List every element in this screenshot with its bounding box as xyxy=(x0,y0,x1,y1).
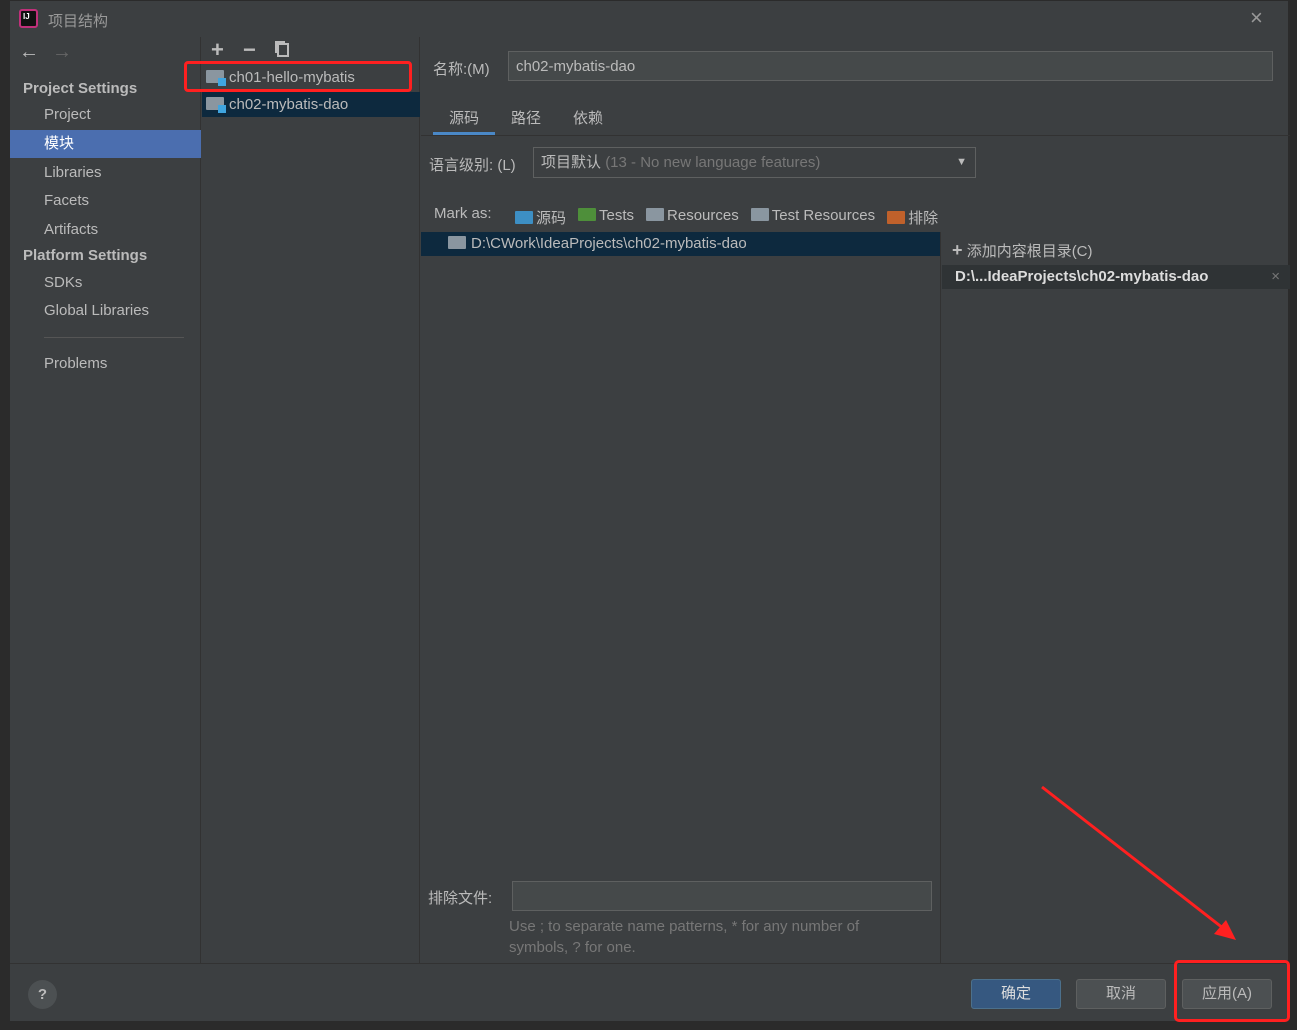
forward-button[interactable]: → xyxy=(52,41,72,64)
mark-as-buttons: 源码 Tests Resources Test Resources 排除 xyxy=(515,207,938,228)
exclude-files-hint: Use ; to separate name patterns, * for a… xyxy=(509,918,860,956)
module-folder-icon xyxy=(206,97,226,113)
project-settings-heading: Project Settings xyxy=(23,80,138,97)
sidebar-item-sdks[interactable]: SDKs xyxy=(10,269,201,297)
intellij-logo-icon: IJ xyxy=(19,9,38,28)
sidebar-item-artifacts[interactable]: Artifacts xyxy=(10,216,201,244)
chevron-down-icon: ▼ xyxy=(956,156,967,168)
module-settings-panel: 名称:(M) 源码 路径 依赖 语言级别: (L) 项目默认 (13 - No … xyxy=(421,37,1290,963)
exclude-files-input[interactable] xyxy=(512,881,932,911)
platform-settings-heading: Platform Settings xyxy=(23,247,148,264)
add-content-root-label: 添加内容根目录(C) xyxy=(966,243,1093,260)
module-item-selected[interactable]: ch02-mybatis-dao xyxy=(202,92,420,117)
module-list-panel: + − ch01-hello-mybatis ch02-mybatis-dao xyxy=(184,37,420,963)
copy-icon[interactable] xyxy=(277,43,289,57)
language-level-hint: (13 - No new language features) xyxy=(605,154,821,171)
tab-sources[interactable]: 源码 xyxy=(433,109,495,135)
mark-test-resources-button[interactable]: Test Resources xyxy=(750,207,875,228)
sidebar-item-libraries[interactable]: Libraries xyxy=(10,159,201,187)
ok-button[interactable]: 确定 xyxy=(971,979,1061,1009)
sources-folder-icon xyxy=(515,211,533,224)
tests-folder-icon xyxy=(578,208,597,221)
divider xyxy=(44,337,184,338)
name-label: 名称:(M) xyxy=(433,61,490,78)
test-resources-folder-icon xyxy=(750,208,769,221)
excluded-folder-icon xyxy=(887,211,906,224)
language-level-label: 语言级别: (L) xyxy=(429,157,516,174)
help-button[interactable]: ? xyxy=(28,980,57,1009)
folder-icon xyxy=(448,236,466,249)
content-root-short: D:\...IdeaProjects\ch02-mybatis-dao xyxy=(955,268,1209,285)
tab-paths[interactable]: 路径 xyxy=(501,109,551,135)
add-icon[interactable]: + xyxy=(211,37,224,63)
add-content-root-button[interactable]: + 添加内容根目录(C) xyxy=(952,240,1093,261)
mark-as-label: Mark as: xyxy=(434,205,492,222)
name-input[interactable] xyxy=(508,51,1273,81)
close-icon[interactable]: × xyxy=(1250,5,1263,31)
annotation-box xyxy=(184,61,412,92)
tab-divider xyxy=(421,135,1290,136)
mark-sources-button[interactable]: 源码 xyxy=(515,207,566,228)
close-icon[interactable]: × xyxy=(1271,265,1280,289)
exclude-files-label: 排除文件: xyxy=(428,890,493,907)
module-name: ch02-mybatis-dao xyxy=(229,96,349,113)
resources-folder-icon xyxy=(646,208,665,221)
sidebar-item-global-libraries[interactable]: Global Libraries xyxy=(10,297,201,325)
sidebar-item-problems[interactable]: Problems xyxy=(10,350,201,378)
sidebar-item-modules[interactable]: 模块 xyxy=(10,130,201,158)
cancel-button[interactable]: 取消 xyxy=(1076,979,1166,1009)
sidebar-item-facets[interactable]: Facets xyxy=(10,187,201,215)
project-structure-dialog: IJ 项目结构 × ← → Project Settings Project 模… xyxy=(9,0,1290,1023)
sidebar-item-project[interactable]: Project xyxy=(10,101,201,129)
annotation-box xyxy=(1174,960,1290,1022)
language-level-select[interactable]: 项目默认 (13 - No new language features) ▼ xyxy=(533,147,976,178)
window-title: 项目结构 xyxy=(48,13,109,30)
language-level-value: 项目默认 xyxy=(541,154,602,171)
mark-resources-button[interactable]: Resources xyxy=(646,207,739,228)
back-button[interactable]: ← xyxy=(19,41,39,64)
mark-tests-button[interactable]: Tests xyxy=(578,207,634,228)
content-root-row[interactable]: D:\CWork\IdeaProjects\ch02-mybatis-dao xyxy=(421,232,940,256)
footer: ? 确定 取消 应用(A) xyxy=(10,960,1290,1023)
plus-icon: + xyxy=(952,240,963,260)
title-bar: IJ 项目结构 × xyxy=(10,1,1290,37)
mark-excluded-button[interactable]: 排除 xyxy=(887,207,938,228)
remove-icon[interactable]: − xyxy=(243,37,256,63)
sidebar: ← → Project Settings Project 模块 Librarie… xyxy=(10,37,201,963)
tab-dependencies[interactable]: 依赖 xyxy=(563,109,613,135)
content-root-entry[interactable]: D:\...IdeaProjects\ch02-mybatis-dao × xyxy=(942,265,1290,289)
content-root-tree: D:\CWork\IdeaProjects\ch02-mybatis-dao xyxy=(421,232,941,963)
content-root-path: D:\CWork\IdeaProjects\ch02-mybatis-dao xyxy=(471,235,747,252)
